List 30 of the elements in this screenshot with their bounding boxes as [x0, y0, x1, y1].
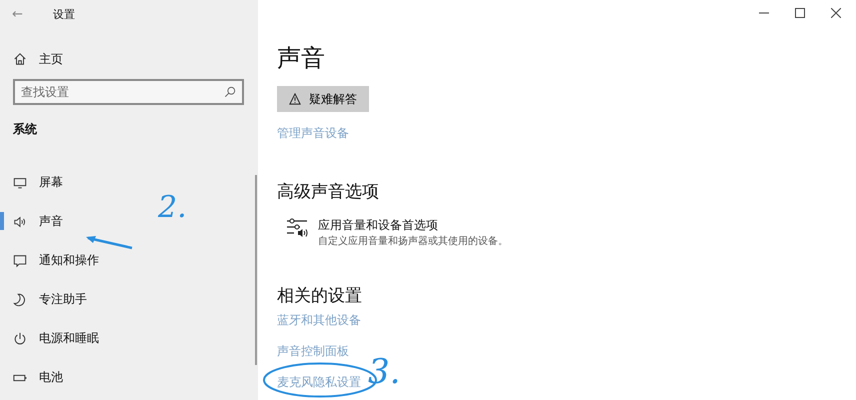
- troubleshoot-button[interactable]: 疑难解答: [277, 86, 369, 112]
- moon-icon: [13, 292, 27, 306]
- maximize-icon[interactable]: [795, 8, 805, 18]
- home-icon: [13, 52, 27, 66]
- option-title: 应用音量和设备首选项: [318, 217, 439, 234]
- power-icon: [13, 332, 27, 346]
- nav-item[interactable]: 电池: [0, 358, 258, 397]
- warning-icon: [289, 93, 301, 105]
- annotation-arrow: [84, 234, 134, 250]
- sliders-icon: [286, 217, 308, 237]
- scrollbar[interactable]: [255, 175, 257, 365]
- section-heading: 相关的设置: [277, 285, 362, 307]
- nav-item[interactable]: 通知和操作: [0, 241, 258, 280]
- app-volume-option[interactable]: 应用音量和设备首选项 自定义应用音量和扬声器或其使用的设备。: [286, 217, 508, 248]
- window-title: 设置: [52, 6, 75, 22]
- speaker-icon: [13, 214, 27, 228]
- search-icon: [224, 86, 236, 98]
- section-heading: 高级声音选项: [277, 181, 379, 203]
- handwritten-number: 2.: [158, 190, 187, 225]
- search-field[interactable]: 查找设置: [13, 79, 244, 105]
- handwritten-number: 3.: [368, 352, 400, 392]
- nav-item[interactable]: 电源和睡眠: [0, 319, 258, 358]
- monitor-icon: [13, 176, 27, 190]
- page-title: 声音: [277, 43, 325, 74]
- option-description: 自定义应用音量和扬声器或其使用的设备。: [318, 234, 508, 248]
- home-item[interactable]: 主页: [0, 41, 258, 77]
- message-icon: [13, 254, 27, 268]
- nav-item[interactable]: 专注助手: [0, 280, 258, 319]
- close-icon[interactable]: [831, 8, 841, 18]
- section-heading: 系统: [12, 121, 38, 138]
